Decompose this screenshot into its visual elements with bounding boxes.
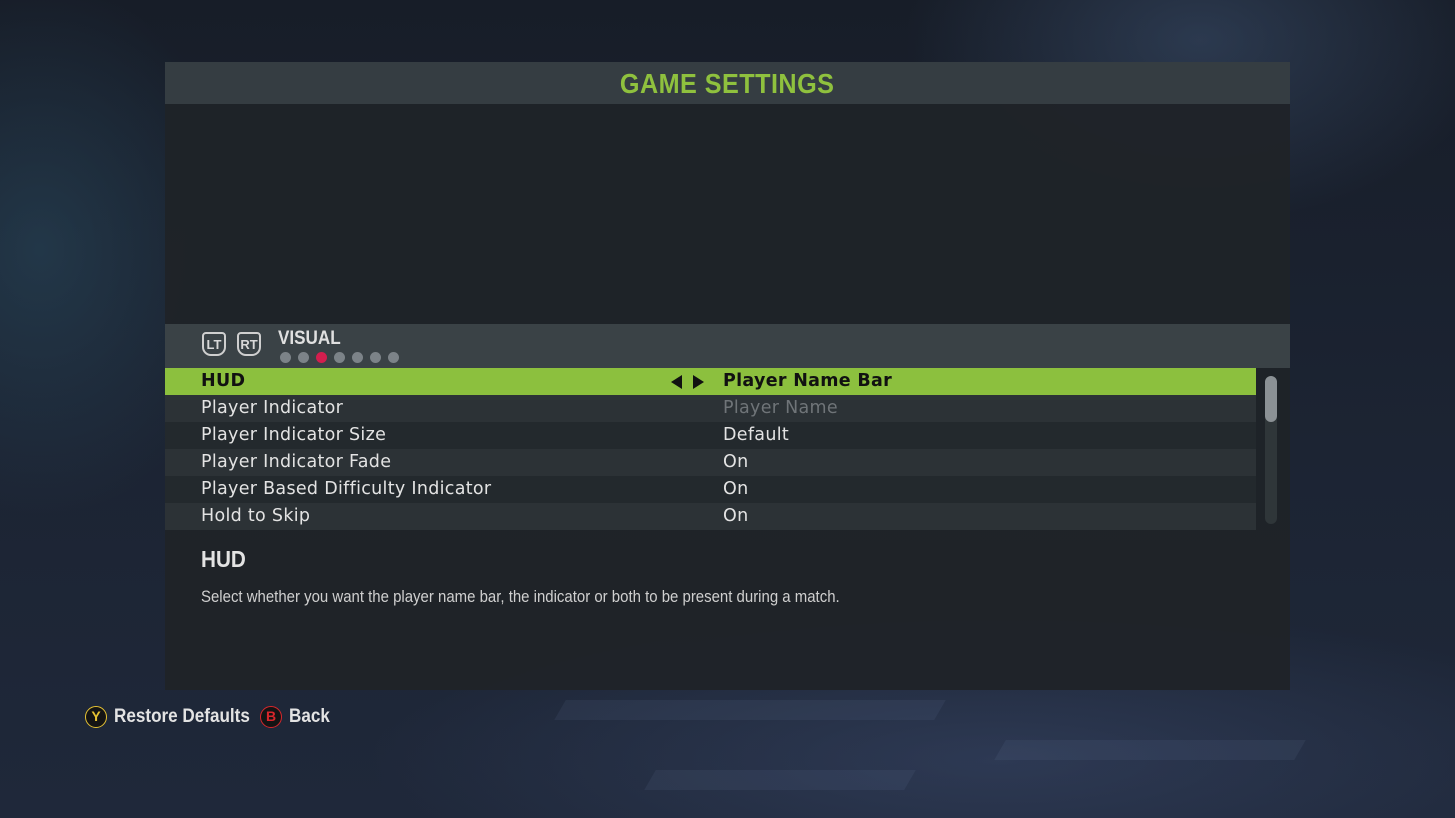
page-dot xyxy=(352,352,363,363)
description-title: HUD xyxy=(201,546,246,572)
page-title: GAME SETTINGS xyxy=(620,68,835,99)
setting-label: Hold to Skip xyxy=(201,506,311,526)
scrollbar[interactable] xyxy=(1265,376,1277,524)
back-label: Back xyxy=(289,706,330,727)
scrollbar-thumb[interactable] xyxy=(1265,376,1277,422)
setting-value: On xyxy=(723,452,749,472)
setting-row[interactable]: Player Indicator Fade On xyxy=(165,449,1256,476)
setting-label: Player Indicator xyxy=(201,398,344,418)
setting-label: Player Indicator Size xyxy=(201,425,387,445)
setting-row[interactable]: HUD Player Name Bar xyxy=(165,368,1256,395)
description-text: Select whether you want the player name … xyxy=(201,587,840,606)
setting-value: On xyxy=(723,506,749,526)
setting-value: On xyxy=(723,479,749,499)
setting-value: Player Name xyxy=(723,398,838,418)
page-dot xyxy=(334,352,345,363)
page-dot xyxy=(316,352,327,363)
page-dot xyxy=(388,352,399,363)
lt-trigger-icon[interactable]: LT xyxy=(202,332,226,356)
setting-label: HUD xyxy=(201,371,246,391)
setting-value: Default xyxy=(723,425,790,445)
restore-defaults-label: Restore Defaults xyxy=(114,706,250,727)
tab-bar: LT RT VISUAL xyxy=(165,324,1290,368)
setting-label: Player Indicator Fade xyxy=(201,452,392,472)
setting-row[interactable]: Player Based Difficulty Indicator On xyxy=(165,476,1256,503)
setting-row[interactable]: Hold to Skip On xyxy=(165,503,1256,530)
setting-row[interactable]: Player Indicator Player Name xyxy=(165,395,1256,422)
arrow-right-icon[interactable] xyxy=(693,375,704,389)
settings-panel: GAME SETTINGS LT RT VISUAL HUD Player Nam… xyxy=(165,62,1290,690)
page-dot xyxy=(298,352,309,363)
setting-value: Player Name Bar xyxy=(723,371,893,391)
setting-row[interactable]: Player Indicator Size Default xyxy=(165,422,1256,449)
rt-trigger-icon[interactable]: RT xyxy=(237,332,261,356)
setting-label: Player Based Difficulty Indicator xyxy=(201,479,492,499)
settings-list: HUD Player Name Bar Player Indicator Player… xyxy=(165,368,1256,530)
y-button-icon: Y xyxy=(85,706,107,728)
title-bar: GAME SETTINGS xyxy=(165,62,1290,104)
b-button-icon: B xyxy=(260,706,282,728)
page-dot xyxy=(280,352,291,363)
arrow-left-icon[interactable] xyxy=(671,375,682,389)
tab-label: VISUAL xyxy=(278,328,341,349)
page-dot xyxy=(370,352,381,363)
